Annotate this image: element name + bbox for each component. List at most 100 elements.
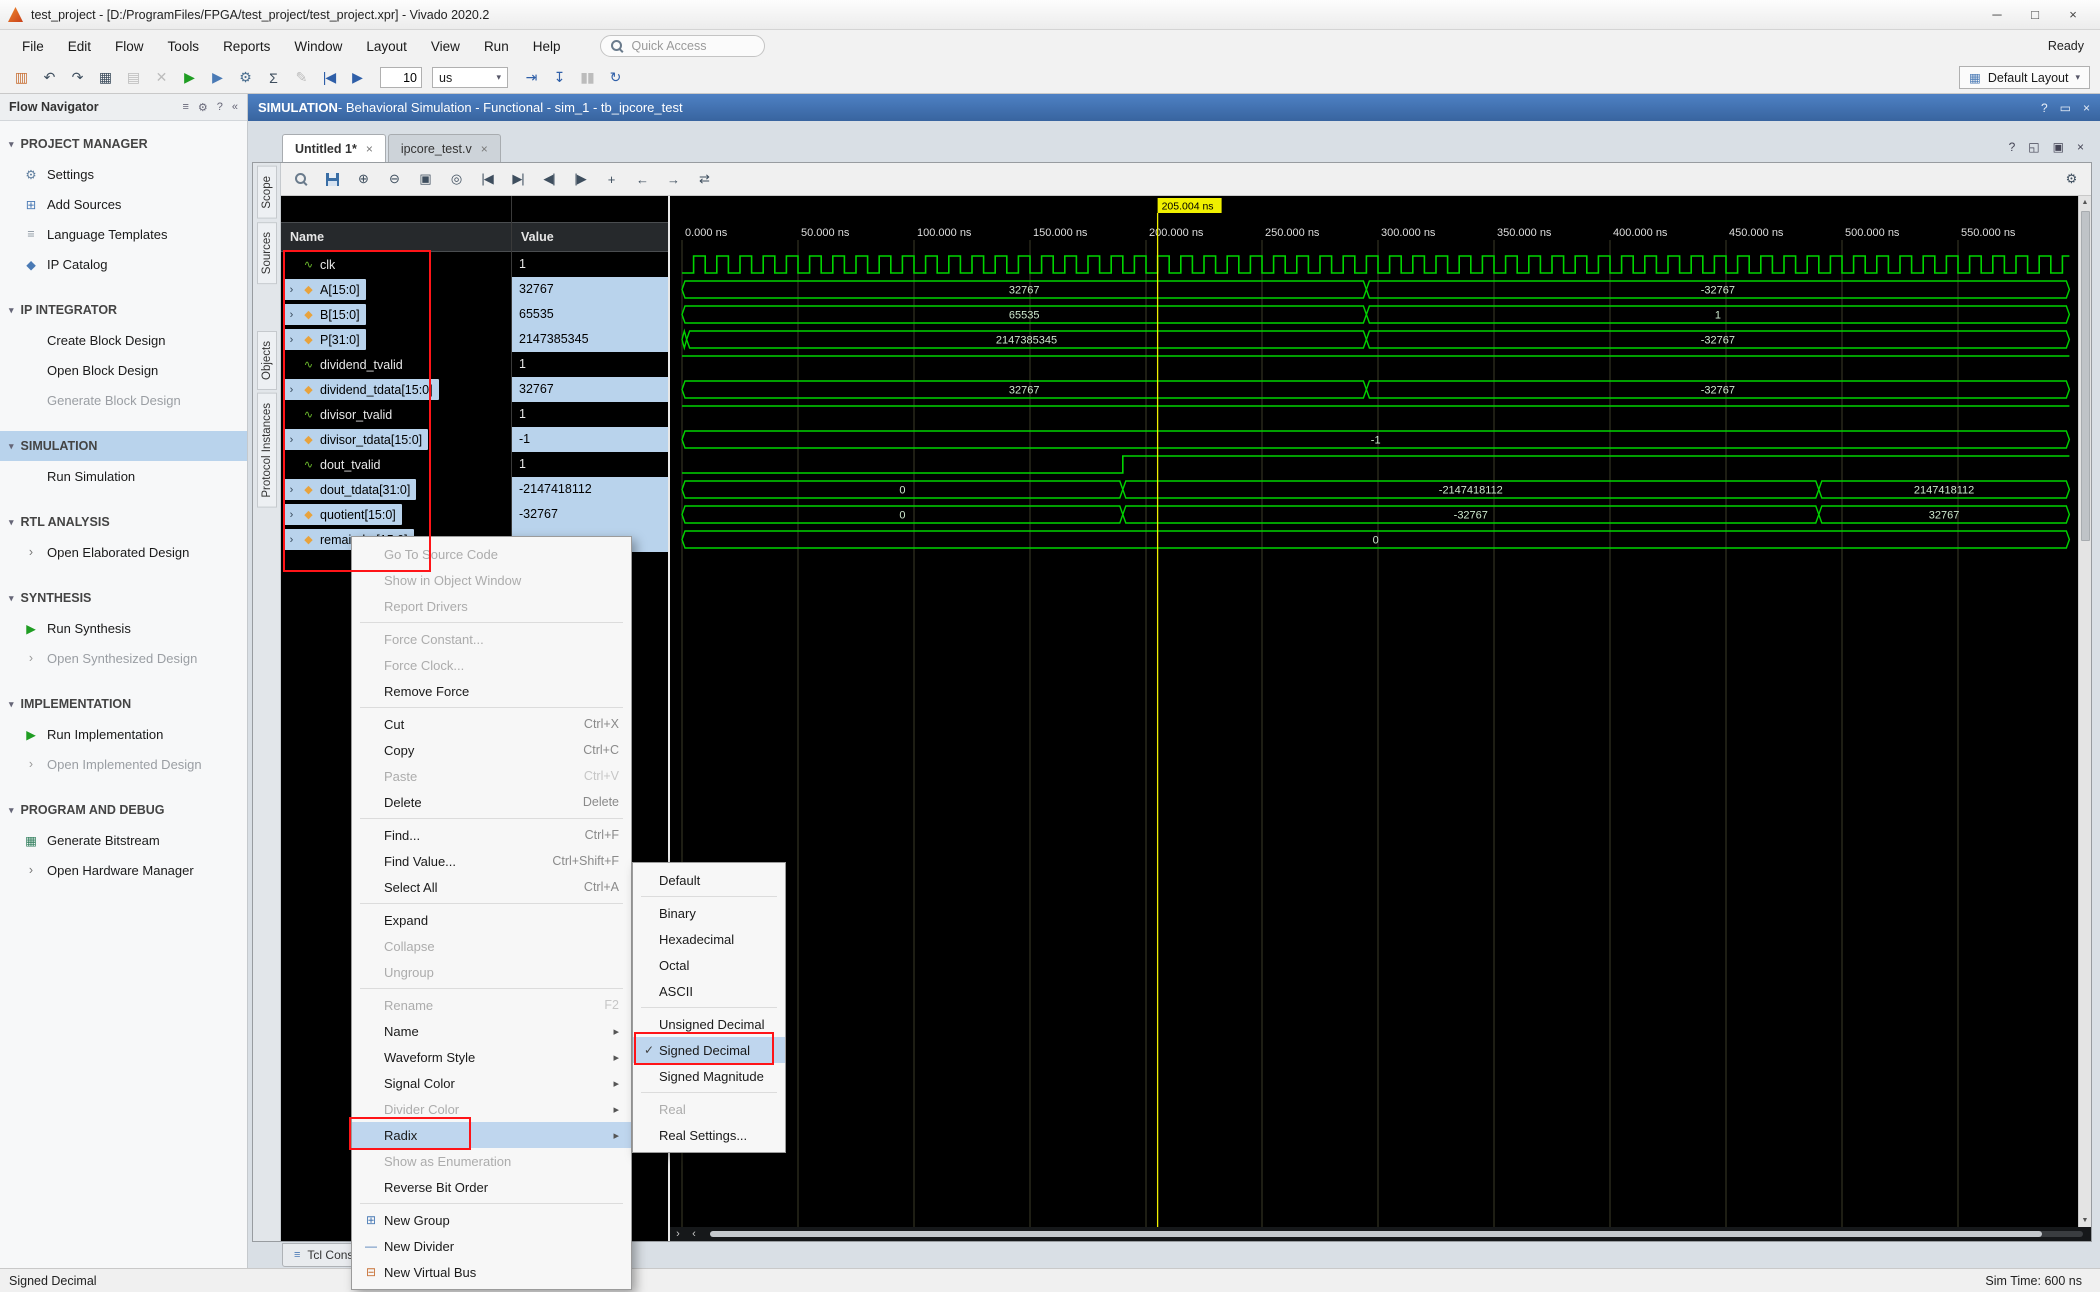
signal-row-clk[interactable]: ∿clk: [281, 252, 511, 277]
menu-item-signal-color[interactable]: Signal Color▸: [352, 1070, 631, 1096]
close-icon[interactable]: ×: [366, 142, 373, 156]
nav-item-open-synthesized-design[interactable]: ›Open Synthesized Design: [0, 643, 247, 673]
menu-item-copy[interactable]: CopyCtrl+C: [352, 737, 631, 763]
nav-section-synthesis[interactable]: ▾SYNTHESIS: [0, 583, 247, 613]
vertical-scrollbar-thumb[interactable]: [2081, 211, 2090, 541]
menu-item-name[interactable]: Name▸: [352, 1018, 631, 1044]
wave-settings-button[interactable]: ⚙: [2058, 166, 2084, 192]
previous-transition-button[interactable]: ◀|: [536, 166, 562, 192]
signal-row-divisor-tvalid[interactable]: ∿divisor_tvalid: [281, 402, 511, 427]
menu-tools[interactable]: Tools: [156, 34, 212, 59]
help-icon[interactable]: ?: [217, 101, 223, 114]
layout-select[interactable]: ▦ Default Layout ▾: [1959, 66, 2090, 89]
nav-item-create-block-design[interactable]: Create Block Design: [0, 325, 247, 355]
nav-item-generate-block-design[interactable]: Generate Block Design: [0, 385, 247, 415]
waveform-canvas[interactable]: 0.000 ns50.000 ns100.000 ns150.000 ns200…: [668, 196, 2091, 1241]
menu-item-remove-force[interactable]: Remove Force: [352, 678, 631, 704]
side-tab-objects[interactable]: Objects: [257, 331, 277, 390]
menu-file[interactable]: File: [10, 34, 56, 59]
wave-dout-tdata-31-0[interactable]: 0-21474181122147418112: [682, 481, 2069, 498]
menu-item-new-divider[interactable]: —New Divider: [352, 1233, 631, 1259]
float-icon[interactable]: ▭: [2060, 101, 2071, 115]
menu-item-reverse-bit-order[interactable]: Reverse Bit Order: [352, 1174, 631, 1200]
menu-item-binary[interactable]: Binary: [633, 900, 785, 926]
next-transition-button[interactable]: |▶: [567, 166, 593, 192]
nav-item-run-simulation[interactable]: Run Simulation: [0, 461, 247, 491]
expand-icon[interactable]: ›: [286, 484, 297, 496]
menu-item-ascii[interactable]: ASCII: [633, 978, 785, 1004]
zoom-in-button[interactable]: ⊕: [350, 166, 376, 192]
menu-help[interactable]: Help: [521, 34, 573, 59]
nav-item-generate-bitstream[interactable]: ▦Generate Bitstream: [0, 825, 247, 855]
menu-window[interactable]: Window: [282, 34, 354, 59]
zoom-to-cursor-button[interactable]: ◎: [443, 166, 469, 192]
expand-icon[interactable]: ›: [286, 334, 297, 346]
nav-section-simulation[interactable]: ▾SIMULATION: [0, 431, 247, 461]
menu-view[interactable]: View: [419, 34, 472, 59]
nav-item-run-synthesis[interactable]: ▶Run Synthesis: [0, 613, 247, 643]
relaunch-button[interactable]: ↻: [602, 66, 628, 90]
menu-item-delete[interactable]: DeleteDelete: [352, 789, 631, 815]
analyze-button[interactable]: ▶: [204, 66, 230, 90]
go-to-time-0-button[interactable]: |◀: [474, 166, 500, 192]
quick-access-search[interactable]: Quick Access: [600, 35, 765, 57]
tab-ipcore-test-v[interactable]: ipcore_test.v×: [388, 134, 501, 162]
signal-row-dividend-tdata-15-0[interactable]: ›◆dividend_tdata[15:0]: [281, 377, 511, 402]
signal-row-dividend-tvalid[interactable]: ∿dividend_tvalid: [281, 352, 511, 377]
next-marker-button[interactable]: →: [660, 166, 686, 192]
expand-icon[interactable]: ›: [286, 309, 297, 321]
open-recent-button[interactable]: ▥: [8, 66, 34, 90]
nav-item-open-block-design[interactable]: Open Block Design: [0, 355, 247, 385]
wave-divisor-tdata-15-0[interactable]: -1: [682, 431, 2069, 448]
signal-row-dout-tdata-31-0[interactable]: ›◆dout_tdata[31:0]: [281, 477, 511, 502]
menu-flow[interactable]: Flow: [103, 34, 156, 59]
settings-gear-button[interactable]: ⚙: [232, 66, 258, 90]
nav-item-run-implementation[interactable]: ▶Run Implementation: [0, 719, 247, 749]
nav-item-language-templates[interactable]: ≡Language Templates: [0, 219, 247, 249]
horizontal-scrollbar[interactable]: › ‹: [670, 1227, 2091, 1241]
expand-icon[interactable]: ›: [286, 534, 297, 546]
previous-marker-button[interactable]: ←: [629, 166, 655, 192]
go-to-last-time-button[interactable]: ▶|: [505, 166, 531, 192]
wave-dividend-tdata-15-0[interactable]: 32767-32767: [682, 381, 2069, 398]
side-tab-protocol-instances[interactable]: Protocol Instances: [257, 393, 277, 508]
menu-item-new-group[interactable]: ⊞New Group: [352, 1207, 631, 1233]
undo-button[interactable]: ↶: [36, 66, 62, 90]
signal-row-p-31-0[interactable]: ›◆P[31:0]: [281, 327, 511, 352]
vertical-scrollbar[interactable]: ▲ ▼: [2078, 196, 2091, 1227]
nav-item-add-sources[interactable]: ⊞Add Sources: [0, 189, 247, 219]
time-unit-select[interactable]: us ▾: [432, 67, 508, 88]
zoom-fit-button[interactable]: ▣: [412, 166, 438, 192]
close-button[interactable]: ×: [2054, 2, 2092, 28]
signal-row-quotient-15-0[interactable]: ›◆quotient[15:0]: [281, 502, 511, 527]
expand-icon[interactable]: ›: [286, 434, 297, 446]
menu-item-find[interactable]: Find...Ctrl+F: [352, 822, 631, 848]
menu-item-signed-decimal[interactable]: ✓Signed Decimal: [633, 1037, 785, 1063]
menu-item-expand[interactable]: Expand: [352, 907, 631, 933]
nav-section-project-manager[interactable]: ▾PROJECT MANAGER: [0, 129, 247, 159]
add-marker-button[interactable]: +: [598, 166, 624, 192]
nav-item-open-hardware-manager[interactable]: ›Open Hardware Manager: [0, 855, 247, 885]
side-tab-scope[interactable]: Scope: [257, 166, 277, 219]
help-icon[interactable]: ?: [2009, 140, 2016, 154]
redo-button[interactable]: ↷: [64, 66, 90, 90]
scroll-down-icon[interactable]: ▼: [2079, 1214, 2091, 1227]
run-button[interactable]: ▶: [176, 66, 202, 90]
menu-item-unsigned-decimal[interactable]: Unsigned Decimal: [633, 1011, 785, 1037]
collapse-left-icon[interactable]: ‹: [686, 1227, 702, 1241]
horizontal-scrollbar-thumb[interactable]: [710, 1231, 2042, 1237]
maximize-button[interactable]: □: [2016, 2, 2054, 28]
copy-button[interactable]: ▦: [92, 66, 118, 90]
wave-remainder-15-0[interactable]: 0: [682, 531, 2069, 548]
expand-icon[interactable]: ›: [286, 284, 297, 296]
step-button[interactable]: ↧: [546, 66, 572, 90]
menu-run[interactable]: Run: [472, 34, 521, 59]
menu-item-octal[interactable]: Octal: [633, 952, 785, 978]
find-button[interactable]: [288, 166, 314, 192]
gear-icon[interactable]: ⚙: [198, 101, 208, 114]
wave-cursor[interactable]: 205.004 ns: [1158, 198, 1222, 1229]
signal-row-divisor-tdata-15-0[interactable]: ›◆divisor_tdata[15:0]: [281, 427, 511, 452]
collapse-icon[interactable]: «: [232, 101, 238, 114]
menu-item-default[interactable]: Default: [633, 867, 785, 893]
run-all-button[interactable]: ▶: [344, 66, 370, 90]
